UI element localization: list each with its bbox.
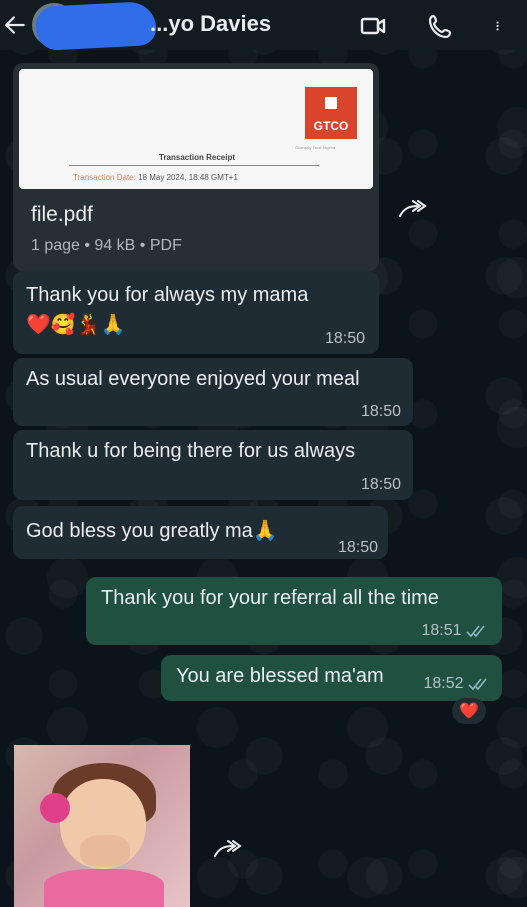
message-text: As usual everyone enjoyed your meal (26, 368, 360, 390)
heart-reaction[interactable]: ❤️ (452, 698, 486, 724)
file-meta: 1 page • 94 kB • PDF (31, 237, 182, 254)
message-text: You are blessed ma'am (176, 665, 384, 687)
message-bubble-incoming[interactable]: As usual everyone enjoyed your meal 18:5… (13, 358, 413, 426)
message-bubble-incoming[interactable]: God bless you greatly ma🙏 18:50 (13, 506, 388, 559)
file-name: file.pdf (31, 203, 93, 226)
redaction-mark (34, 0, 158, 52)
message-bubble-outgoing[interactable]: Thank you for your referral all the time… (86, 577, 502, 645)
message-time: 18:50 (360, 403, 401, 420)
forward-icon[interactable] (212, 838, 244, 860)
gtco-tagline: Guaranty Trust Nigeria (295, 145, 336, 150)
message-bubble-incoming[interactable]: Thank you for always my mama ❤️🥰💃🙏 18:50 (13, 271, 379, 354)
read-receipt-icon (468, 678, 487, 690)
receipt-date-label: Transaction Date: (73, 173, 136, 182)
forward-icon[interactable] (397, 198, 429, 220)
photo-hair-flower (40, 793, 70, 823)
message-bubble-outgoing[interactable]: You are blessed ma'am 18:52 (161, 655, 502, 701)
emoji-line: ❤️🥰💃🙏 (26, 314, 126, 336)
message-bubble-incoming[interactable]: Thank u for being there for us always 18… (13, 430, 413, 500)
message-time: 18:50 (324, 330, 365, 347)
pdf-file-message[interactable]: GTCO Guaranty Trust Nigeria Transaction … (13, 63, 379, 271)
message-time-value: 18:52 (423, 675, 464, 692)
pdf-preview[interactable]: GTCO Guaranty Trust Nigeria Transaction … (19, 69, 373, 189)
message-time: 18:50 (360, 476, 401, 493)
video-call-icon[interactable] (359, 12, 387, 40)
message-time: 18:52 (424, 674, 491, 694)
message-text: God bless you greatly ma🙏 (26, 520, 278, 542)
photo-child-shirt (44, 869, 164, 907)
message-text: Thank you for always my mama (26, 284, 309, 306)
photo-child-hand (80, 835, 130, 867)
receipt-date: Transaction Date: 18 May 2024, 18:48 GMT… (73, 173, 238, 182)
receipt-title: Transaction Receipt (159, 153, 236, 162)
message-time-value: 18:51 (421, 622, 462, 639)
message-time: 18:50 (337, 539, 378, 556)
more-options-icon[interactable] (495, 12, 507, 40)
contact-name[interactable]: ...yo Davies (150, 11, 271, 37)
back-arrow-icon[interactable] (2, 12, 28, 38)
receipt-divider (69, 165, 319, 166)
receipt-date-value: 18 May 2024, 18:48 GMT+1 (138, 173, 238, 182)
message-text: Thank u for being there for us always (26, 440, 356, 462)
reaction-emoji: ❤️ (459, 703, 479, 720)
chat-header: ...yo Davies (0, 0, 527, 52)
gtco-logo: GTCO (305, 87, 357, 139)
voice-call-icon[interactable] (427, 12, 455, 40)
message-time: 18:51 (422, 621, 489, 641)
message-text: Thank you for your referral all the time (101, 587, 439, 609)
read-receipt-icon (466, 625, 485, 637)
image-message[interactable] (14, 745, 190, 907)
